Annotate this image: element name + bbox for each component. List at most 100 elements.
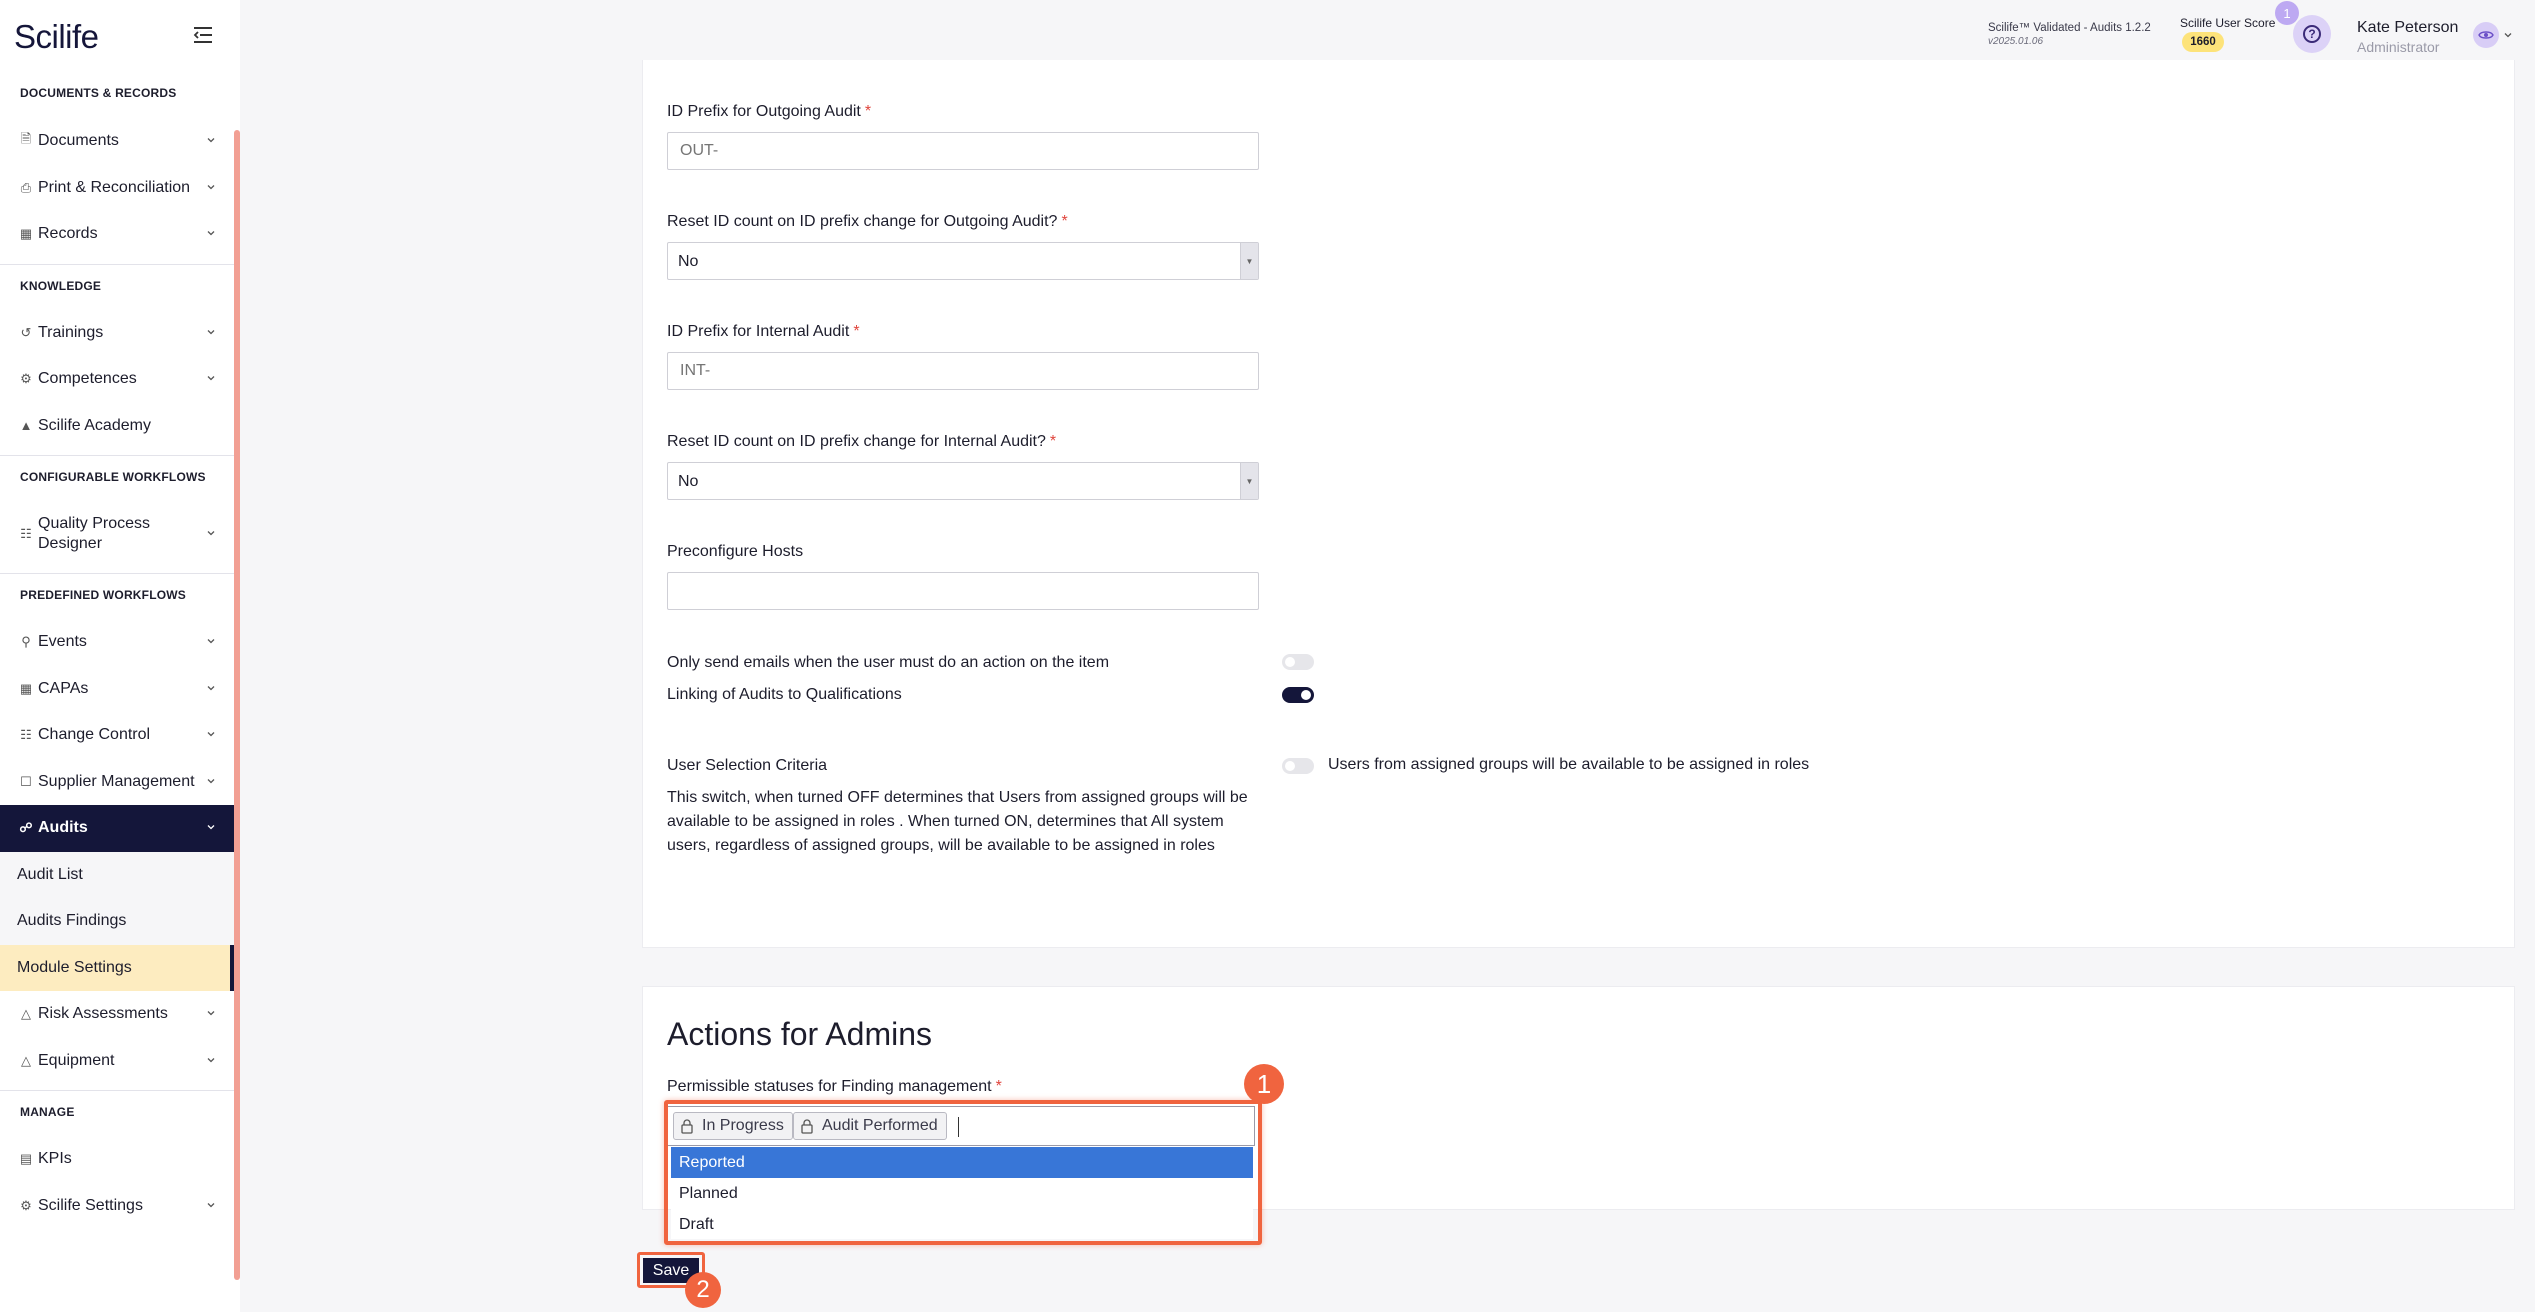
sidebar-item-scilife-academy[interactable]: ▲ Scilife Academy [0, 403, 234, 450]
notification-badge[interactable]: 1 [2275, 1, 2299, 25]
user-selection-description: This switch, when turned OFF determines … [667, 789, 1248, 854]
sidebar-item-change-control[interactable]: ☷ Change Control [0, 712, 234, 759]
chevron-down-icon [207, 376, 215, 381]
internal-reset-label: Reset ID count on ID prefix change for I… [667, 433, 1057, 450]
sidebar-item-label: Supplier Management [38, 772, 195, 790]
chevron-down-icon [207, 732, 215, 737]
sidebar-item-trainings[interactable]: ↺ Trainings [0, 310, 234, 357]
warning-icon: △ [21, 1006, 31, 1022]
section-configurable-workflows: CONFIGURABLE WORKFLOWS [0, 455, 234, 501]
sidebar-item-label: Equipment [38, 1051, 115, 1069]
sidebar-item-risk-assessments[interactable]: △ Risk Assessments [0, 991, 234, 1038]
change-control-icon: ☷ [20, 727, 32, 743]
only-emails-label: Only send emails when the user must do a… [667, 654, 1110, 671]
brand-logo: Scilife [14, 18, 99, 55]
outgoing-prefix-input[interactable] [667, 132, 1259, 170]
chevron-down-icon [207, 778, 215, 784]
sidebar-item-competences[interactable]: ⚙ Competences [0, 356, 234, 403]
annotation-callout-2: 2 [685, 1272, 721, 1308]
eye-icon [2478, 31, 2494, 39]
sidebar-item-label: Scilife Settings [38, 1196, 143, 1214]
chevron-down-icon [207, 685, 215, 691]
chevron-down-icon [207, 231, 215, 236]
sidebar-item-events[interactable]: ⚲ Events [0, 619, 234, 666]
user-score-label: Scilife User Score [2180, 16, 2276, 30]
sidebar-scrollbar[interactable] [234, 130, 240, 1280]
collapse-sidebar-icon[interactable] [192, 25, 214, 45]
user-selection-toggle[interactable] [1282, 758, 1314, 774]
sidebar-item-kpis[interactable]: ▤ KPIs [0, 1136, 234, 1183]
capas-icon: ▦ [19, 680, 33, 696]
preconfigure-hosts-input[interactable] [667, 572, 1259, 610]
user-role: Administrator [2357, 39, 2440, 55]
section-documents-records: DOCUMENTS & RECORDS [20, 86, 177, 100]
sidebar-item-print-reconciliation[interactable]: ⎙ Print & Reconciliation [0, 165, 234, 212]
select-value: No [678, 473, 699, 490]
preconfigure-hosts-label: Preconfigure Hosts [667, 543, 804, 560]
competences-icon: ⚙ [20, 371, 32, 387]
sidebar-subitem-module-settings[interactable]: Module Settings [0, 944, 234, 991]
help-button[interactable]: ? [2293, 15, 2331, 53]
sidebar-item-label: Competences [38, 370, 137, 388]
chevron-down-icon [207, 1202, 215, 1208]
outgoing-reset-select[interactable]: No ▼ [667, 242, 1259, 280]
sidebar-subitem-audit-list[interactable]: Audit List [0, 851, 234, 898]
bar-chart-icon: ▤ [19, 1151, 33, 1167]
sidebar-item-records[interactable]: ▦ Records [0, 211, 234, 258]
sidebar-item-documents[interactable]: 🗎 Documents [0, 118, 234, 165]
sidebar-subitem-audits-findings[interactable]: Audits Findings [0, 898, 234, 945]
internal-reset-select[interactable]: No ▼ [667, 462, 1259, 500]
sidebar-item-supplier-management[interactable]: ☐ Supplier Management [0, 759, 234, 806]
chevron-down-icon [207, 138, 215, 143]
question-mark-icon: ? [2303, 25, 2321, 43]
sidebar-item-scilife-settings[interactable]: ⚙ Scilife Settings [0, 1183, 234, 1230]
internal-prefix-input[interactable] [667, 352, 1259, 390]
records-icon: ▦ [19, 226, 33, 242]
dropdown-arrow-icon: ▼ [1240, 463, 1258, 499]
sidebar-item-label: CAPAs [38, 679, 89, 697]
permissible-statuses-label: Permissible statuses for Finding managem… [667, 1078, 1002, 1095]
chevron-down-icon [207, 825, 215, 830]
sidebar-item-label: Scilife Academy [38, 416, 151, 434]
chevron-down-icon[interactable] [2503, 30, 2513, 40]
audits-icon: ☍ [19, 820, 33, 836]
sidebar-item-label: Events [38, 633, 87, 651]
section-manage: MANAGE [0, 1090, 234, 1136]
internal-prefix-label: ID Prefix for Internal Audit * [667, 323, 860, 340]
only-emails-toggle[interactable] [1282, 654, 1314, 670]
sidebar-item-label: Documents [38, 132, 119, 150]
sidebar-item-label: Print & Reconciliation [38, 178, 191, 196]
user-score-badge: 1660 [2182, 32, 2224, 52]
events-icon: ⚲ [21, 634, 31, 650]
sidebar-item-equipment[interactable]: △ Equipment [0, 1038, 234, 1085]
chevron-down-icon [207, 1011, 215, 1016]
section-predefined-workflows: PREDEFINED WORKFLOWS [0, 573, 234, 619]
user-selection-label: User Selection Criteria [667, 757, 828, 774]
sidebar-item-quality-process-designer[interactable]: ☷ Quality Process Designer [0, 501, 234, 567]
sidebar-item-audits[interactable]: ☍ Audits [0, 805, 234, 852]
dropdown-arrow-icon: ▼ [1240, 243, 1258, 279]
user-name[interactable]: Kate Peterson [2357, 19, 2458, 37]
document-icon: 🗎 [20, 131, 32, 147]
sidebar-item-label: Audits [38, 819, 88, 837]
chevron-down-icon [207, 639, 215, 644]
linking-qualifications-toggle[interactable] [1282, 687, 1314, 703]
training-icon: ↺ [20, 324, 32, 340]
graduation-cap-icon: ▲ [19, 418, 33, 434]
sidebar-item-capas[interactable]: ▦ CAPAs [0, 666, 234, 713]
outgoing-prefix-label: ID Prefix for Outgoing Audit * [667, 103, 872, 120]
chevron-down-icon [207, 184, 215, 190]
equipment-icon: △ [21, 1052, 31, 1068]
sidebar-item-label: Quality Process Designer [38, 515, 151, 552]
workflow-icon: ☷ [20, 526, 32, 541]
annotation-highlight-box [664, 1100, 1262, 1245]
admin-actions-heading: Actions for Admins [667, 1016, 932, 1052]
settings-icon: ⚙ [20, 1197, 32, 1213]
printer-icon: ⎙ [20, 179, 32, 195]
avatar[interactable] [2473, 22, 2499, 48]
linking-qualifications-label: Linking of Audits to Qualifications [667, 686, 902, 703]
validated-version-label: Scilife™ Validated - Audits 1.2.2 [1988, 22, 2151, 34]
sidebar-item-label: Trainings [38, 323, 104, 341]
supplier-icon: ☐ [20, 773, 32, 789]
build-version-label: v2025.01.06 [1988, 36, 2044, 47]
